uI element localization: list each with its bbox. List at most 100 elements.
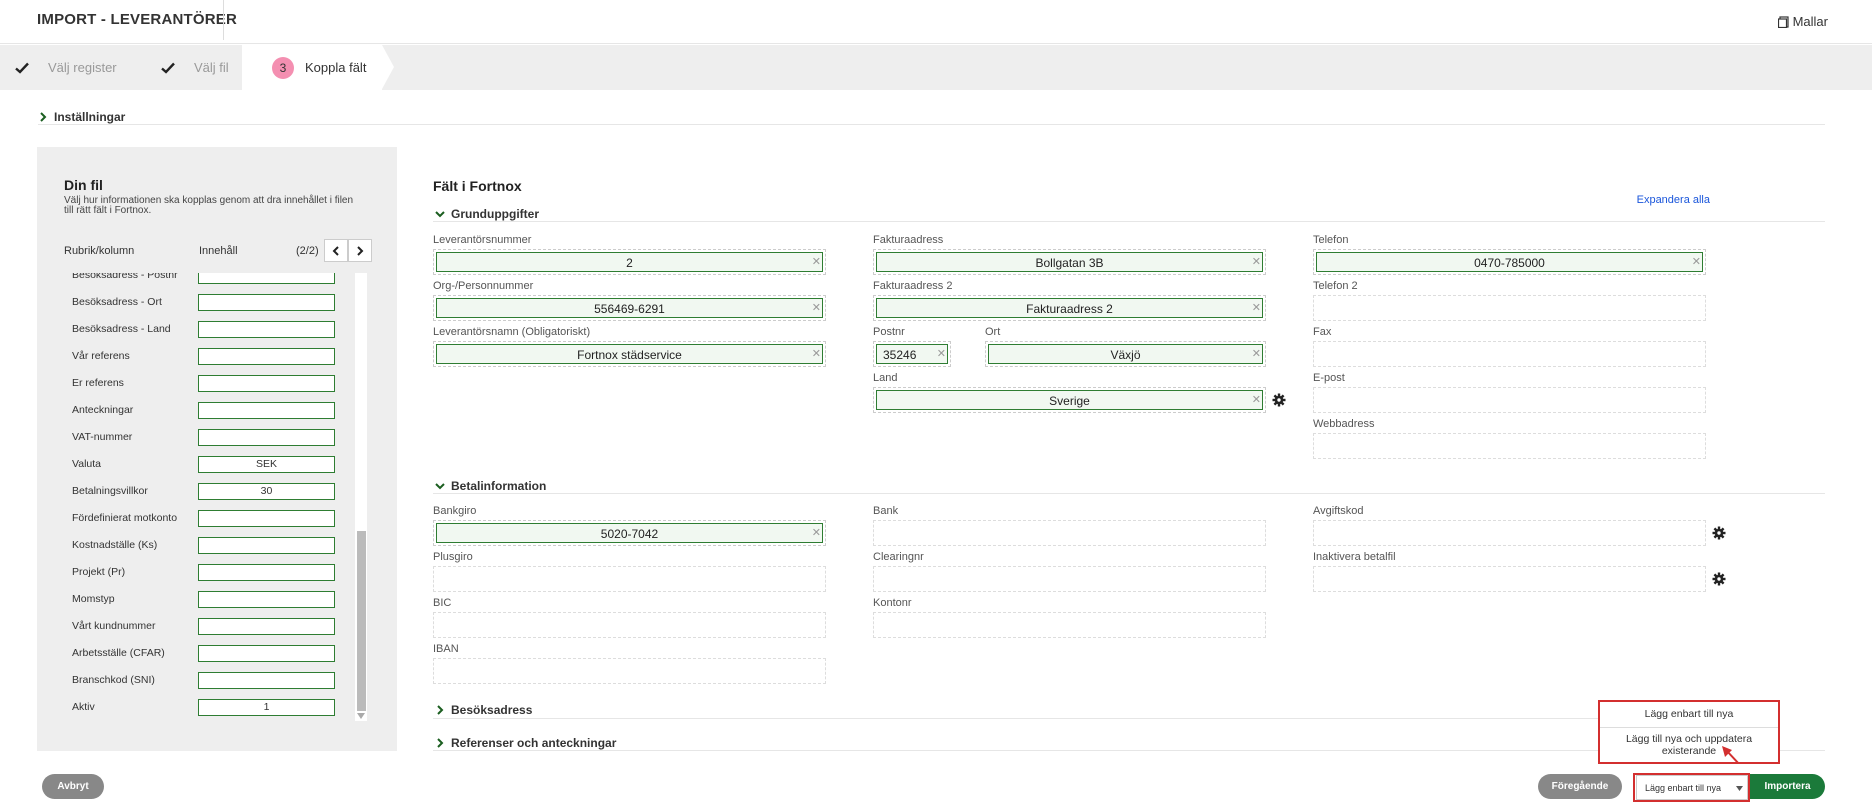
plusgiro-dropzone[interactable] [433,566,826,592]
column-value[interactable] [198,537,335,554]
gear-icon[interactable] [1712,526,1726,540]
postnr-field[interactable]: 35246 ✕ [873,341,951,367]
scrollbar-thumb[interactable] [357,531,366,711]
column-value[interactable] [198,321,335,338]
list-item[interactable]: Valuta SEK [62,456,354,474]
clear-icon[interactable]: ✕ [937,347,946,360]
clear-icon[interactable]: ✕ [1692,255,1701,268]
next-page-button[interactable] [348,239,372,262]
clear-icon[interactable]: ✕ [1252,393,1261,406]
clear-icon[interactable]: ✕ [812,255,821,268]
clear-icon[interactable]: ✕ [1252,301,1261,314]
column-value[interactable] [198,510,335,527]
list-item[interactable]: Besöksadress - Postnr [62,273,354,285]
city-label: Ort [985,326,1001,338]
step-select-file[interactable]: Välj fil [160,45,229,90]
dropdown-option-add-new[interactable]: Lägg enbart till nya [1600,708,1778,720]
clear-icon[interactable]: ✕ [1252,347,1261,360]
column-value[interactable]: 30 [198,483,335,500]
templates-button[interactable]: Mallar [1777,14,1828,29]
city-field[interactable]: Växjö ✕ [985,341,1266,367]
column-value[interactable] [198,348,335,365]
supplier-number-field[interactable]: 2 ✕ [433,249,826,275]
prev-page-button[interactable] [324,239,348,262]
disable-payfile-dropzone[interactable] [1313,566,1706,592]
list-item[interactable]: VAT-nummer [62,429,354,447]
divider [433,718,1598,719]
country-field[interactable]: Sverige ✕ [873,387,1266,413]
clear-icon[interactable]: ✕ [812,347,821,360]
clearing-label: Clearingnr [873,551,924,563]
column-value[interactable] [198,672,335,689]
org-number-label: Org-/Personnummer [433,280,534,292]
org-number-field[interactable]: 556469-6291 ✕ [433,295,826,321]
column-value[interactable] [198,375,335,392]
list-item[interactable]: Arbetsställe (CFAR) [62,645,354,663]
list-item[interactable]: Aktiv 1 [62,699,354,717]
section-visit-toggle[interactable]: Besöksadress [435,703,532,717]
list-item[interactable]: Fördefinierat motkonto [62,510,354,528]
invoice-address2-field[interactable]: Fakturaadress 2 ✕ [873,295,1266,321]
list-item[interactable]: Anteckningar [62,402,354,420]
column-value[interactable] [198,618,335,635]
invoice-address-field[interactable]: Bollgatan 3B ✕ [873,249,1266,275]
cancel-button[interactable]: Avbryt [42,774,104,799]
list-item[interactable]: Projekt (Pr) [62,564,354,582]
previous-button[interactable]: Föregående [1538,774,1622,799]
bank-dropzone[interactable] [873,520,1266,546]
phone2-dropzone[interactable] [1313,295,1706,321]
step-map-fields[interactable]: 3 Koppla fält [242,45,382,90]
list-scrollbar[interactable] [355,273,367,721]
clear-icon[interactable]: ✕ [812,526,821,539]
list-item[interactable]: Vårt kundnummer [62,618,354,636]
section-payment-toggle[interactable]: Betalinformation [435,479,546,493]
chevron-right-icon [40,112,47,122]
clear-icon[interactable]: ✕ [812,301,821,314]
title-divider [223,0,224,40]
import-mode-select[interactable]: Lägg enbart till nya [1636,775,1748,800]
fee-code-label: Avgiftskod [1313,505,1364,517]
phone-field[interactable]: 0470-785000 ✕ [1313,249,1706,275]
list-item[interactable]: Momstyp [62,591,354,609]
bank-label: Bank [873,505,899,517]
list-item[interactable]: Besöksadress - Land [62,321,354,339]
email-dropzone[interactable] [1313,387,1706,413]
clear-icon[interactable]: ✕ [1252,255,1261,268]
scroll-down-icon[interactable] [357,713,365,719]
column-value[interactable] [198,564,335,581]
clearing-dropzone[interactable] [873,566,1266,592]
bankgiro-label: Bankgiro [433,505,477,517]
column-value[interactable] [198,429,335,446]
column-value[interactable]: 1 [198,699,335,716]
section-refs-toggle[interactable]: Referenser och anteckningar [435,736,616,750]
list-item[interactable]: Er referens [62,375,354,393]
settings-toggle[interactable]: Inställningar [38,110,125,124]
list-item[interactable]: Besöksadress - Ort [62,294,354,312]
iban-dropzone[interactable] [433,658,826,684]
bic-dropzone[interactable] [433,612,826,638]
bankgiro-field[interactable]: 5020-7042 ✕ [433,520,826,546]
list-item[interactable]: Vår referens [62,348,354,366]
fax-dropzone[interactable] [1313,341,1706,367]
import-button[interactable]: Importera [1750,774,1825,799]
list-item[interactable]: Betalningsvillkor 30 [62,483,354,501]
account-dropzone[interactable] [873,612,1266,638]
list-item[interactable]: Branschkod (SNI) [62,672,354,690]
section-basic-toggle[interactable]: Grunduppgifter [435,207,539,221]
column-value[interactable] [198,273,335,284]
supplier-name-field[interactable]: Fortnox städservice ✕ [433,341,826,367]
fortnox-fields-title: Fält i Fortnox [433,178,522,194]
expand-all-link[interactable]: Expandera alla [1637,194,1710,206]
column-value[interactable] [198,645,335,662]
column-label: Besöksadress - Land [72,323,171,335]
fee-code-dropzone[interactable] [1313,520,1706,546]
list-item[interactable]: Kostnadställe (Ks) [62,537,354,555]
column-value[interactable] [198,294,335,311]
column-value[interactable]: SEK [198,456,335,473]
gear-icon[interactable] [1272,393,1286,407]
column-value[interactable] [198,591,335,608]
website-dropzone[interactable] [1313,433,1706,459]
step-select-register[interactable]: Välj register [14,45,117,90]
gear-icon[interactable] [1712,572,1726,586]
column-value[interactable] [198,402,335,419]
